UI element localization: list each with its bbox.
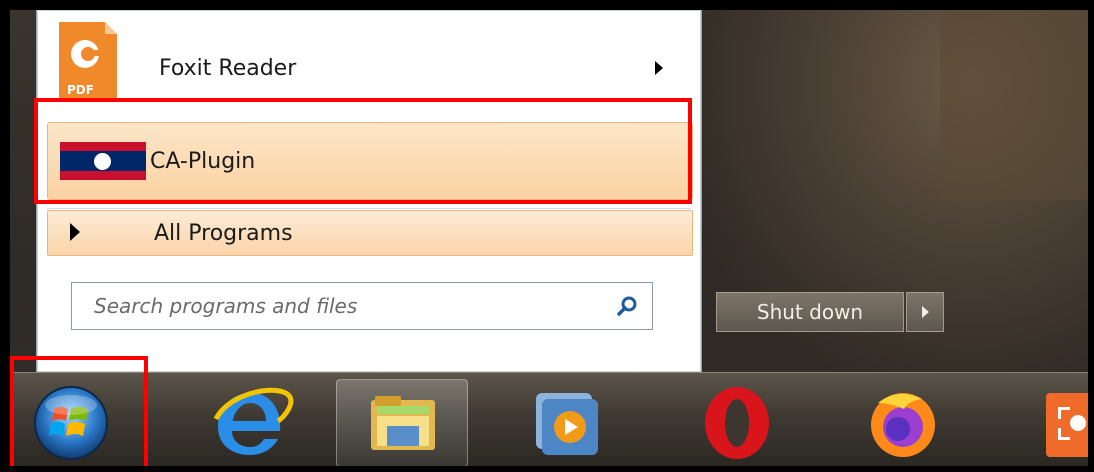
taskbar [10,372,1088,466]
opera-icon[interactable] [672,379,802,465]
start-menu-pane: PDF Foxit Reader CA-Plugin All Programs [36,10,702,373]
firefox-icon[interactable] [838,379,968,465]
search-icon[interactable] [616,295,638,317]
all-programs-label: All Programs [154,220,293,246]
search-box[interactable] [71,282,653,330]
menu-item-label: Foxit Reader [159,55,297,81]
snipping-tool-icon[interactable] [1006,379,1088,465]
all-programs-button[interactable]: All Programs [47,210,693,256]
shutdown-options-button[interactable] [906,292,944,332]
file-explorer-icon [371,396,435,450]
submenu-arrow-icon [655,61,663,75]
menu-item-label: CA-Plugin [150,148,256,174]
internet-explorer-icon[interactable] [186,379,316,465]
svg-text:PDF: PDF [67,83,94,97]
laos-flag-icon [60,142,146,180]
arrow-right-icon [921,306,929,318]
file-explorer-taskbar-button[interactable] [336,379,468,466]
start-orb[interactable] [16,379,126,465]
shutdown-group: Shut down [716,292,944,332]
expand-arrow-icon [70,223,80,241]
shutdown-button[interactable]: Shut down [716,292,904,332]
search-input[interactable] [92,293,596,319]
media-player-icon[interactable] [502,379,632,465]
menu-item-foxit-reader[interactable]: PDF Foxit Reader [45,22,693,106]
menu-divider [47,208,691,209]
screenshot-frame: PDF Foxit Reader CA-Plugin All Programs [10,10,1088,466]
desktop-background-window [940,10,1088,200]
menu-item-ca-plugin[interactable]: CA-Plugin [47,122,693,200]
foxit-reader-icon: PDF [59,22,117,100]
